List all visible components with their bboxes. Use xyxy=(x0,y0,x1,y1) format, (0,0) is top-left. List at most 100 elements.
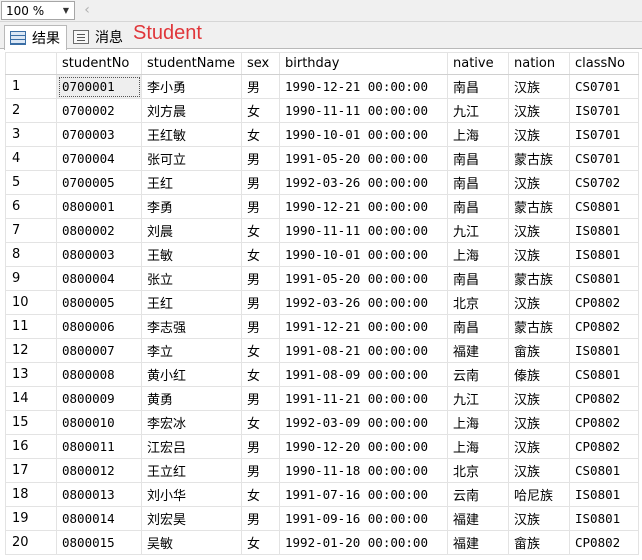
table-cell[interactable]: IS0701 xyxy=(569,122,639,147)
table-cell[interactable]: 汉族 xyxy=(508,98,570,123)
table-cell[interactable]: 1992-03-26 00:00:00 xyxy=(279,170,448,195)
table-cell[interactable]: 1992-03-26 00:00:00 xyxy=(279,290,448,315)
table-cell[interactable]: 0800008 xyxy=(56,362,142,387)
table-cell[interactable]: 女 xyxy=(241,338,280,363)
table-cell[interactable]: 李小勇 xyxy=(141,74,242,99)
table-cell[interactable]: 女 xyxy=(241,362,280,387)
zoom-select[interactable]: 100 % ▼ xyxy=(1,1,75,20)
row-number[interactable]: 18 xyxy=(5,482,57,507)
table-cell[interactable]: CS0801 xyxy=(569,194,639,219)
table-cell[interactable]: 女 xyxy=(241,242,280,267)
table-cell[interactable]: 北京 xyxy=(447,458,509,483)
table-cell[interactable]: 黄小红 xyxy=(141,362,242,387)
table-cell[interactable]: 北京 xyxy=(447,290,509,315)
column-header[interactable]: studentNo xyxy=(56,52,142,75)
table-cell[interactable]: 男 xyxy=(241,170,280,195)
table-cell[interactable]: 王敏 xyxy=(141,242,242,267)
table-row[interactable]: 17 0800012 王立红男 1990-11-18 00:00:00 北京 汉族 CS08… xyxy=(5,458,639,483)
table-cell[interactable]: 0800003 xyxy=(56,242,142,267)
table-cell[interactable]: 张可立 xyxy=(141,146,242,171)
table-cell[interactable]: 女 xyxy=(241,122,280,147)
table-cell[interactable]: 男 xyxy=(241,434,280,459)
table-cell[interactable]: 1991-05-20 00:00:00 xyxy=(279,146,448,171)
table-cell[interactable]: 汉族 xyxy=(508,434,570,459)
table-cell[interactable]: CP0802 xyxy=(569,434,639,459)
row-number[interactable]: 10 xyxy=(5,290,57,315)
table-cell[interactable]: 0800006 xyxy=(56,314,142,339)
row-number[interactable]: 3 xyxy=(5,122,57,147)
table-cell[interactable]: 畲族 xyxy=(508,338,570,363)
table-cell[interactable]: 刘小华 xyxy=(141,482,242,507)
table-cell[interactable]: CP0802 xyxy=(569,290,639,315)
table-cell[interactable]: 0700001 xyxy=(56,74,142,99)
row-number[interactable]: 17 xyxy=(5,458,57,483)
table-cell[interactable]: 南昌 xyxy=(447,266,509,291)
table-row[interactable]: 3 0700003 王红敏女 1990-10-01 00:00:00 上海 汉族 IS070… xyxy=(5,122,639,147)
table-cell[interactable]: 黄勇 xyxy=(141,386,242,411)
row-number-header[interactable] xyxy=(5,52,57,75)
table-cell[interactable]: 刘宏昊 xyxy=(141,506,242,531)
table-cell[interactable]: 九江 xyxy=(447,386,509,411)
table-cell[interactable]: 南昌 xyxy=(447,194,509,219)
table-cell[interactable]: 1992-03-09 00:00:00 xyxy=(279,410,448,435)
column-header[interactable]: native xyxy=(447,52,509,75)
table-cell[interactable]: 李志强 xyxy=(141,314,242,339)
table-cell[interactable]: 1991-08-09 00:00:00 xyxy=(279,362,448,387)
row-number[interactable]: 15 xyxy=(5,410,57,435)
table-cell[interactable]: 南昌 xyxy=(447,146,509,171)
table-row[interactable]: 18 0800013 刘小华女 1991-07-16 00:00:00 云南 哈尼族 IS0… xyxy=(5,482,639,507)
scroll-left-icon[interactable]: ‹ xyxy=(80,2,94,19)
table-row[interactable]: 15 0800010 李宏冰女 1992-03-09 00:00:00 上海 汉族 CP08… xyxy=(5,410,639,435)
table-cell[interactable]: 男 xyxy=(241,506,280,531)
table-cell[interactable]: 1990-11-18 00:00:00 xyxy=(279,458,448,483)
table-row[interactable]: 8 0800003 王敏女 1990-10-01 00:00:00 上海 汉族 IS0801 xyxy=(5,242,639,267)
column-header[interactable]: sex xyxy=(241,52,280,75)
table-cell[interactable]: 王红 xyxy=(141,290,242,315)
table-cell[interactable]: 1991-12-21 00:00:00 xyxy=(279,314,448,339)
table-cell[interactable]: 蒙古族 xyxy=(508,194,570,219)
table-cell[interactable]: 蒙古族 xyxy=(508,314,570,339)
table-row[interactable]: 6 0800001 李勇男 1990-12-21 00:00:00 南昌 蒙古族 CS080… xyxy=(5,194,639,219)
table-cell[interactable]: 1991-05-20 00:00:00 xyxy=(279,266,448,291)
table-cell[interactable]: 0700002 xyxy=(56,98,142,123)
table-row[interactable]: 10 0800005 王红男 1992-03-26 00:00:00 北京 汉族 CP080… xyxy=(5,290,639,315)
table-cell[interactable]: 女 xyxy=(241,98,280,123)
table-row[interactable]: 11 0800006 李志强男 1991-12-21 00:00:00 南昌 蒙古族 CP0… xyxy=(5,314,639,339)
table-cell[interactable]: 0800007 xyxy=(56,338,142,363)
table-row[interactable]: 13 0800008 黄小红女 1991-08-09 00:00:00 云南 傣族 CS08… xyxy=(5,362,639,387)
table-cell[interactable]: 李立 xyxy=(141,338,242,363)
row-number[interactable]: 2 xyxy=(5,98,57,123)
row-number[interactable]: 16 xyxy=(5,434,57,459)
column-header[interactable]: studentName xyxy=(141,52,242,75)
table-cell[interactable]: IS0701 xyxy=(569,98,639,123)
column-header[interactable]: nation xyxy=(508,52,570,75)
row-number[interactable]: 19 xyxy=(5,506,57,531)
table-cell[interactable]: CP0802 xyxy=(569,386,639,411)
table-row[interactable]: 19 0800014 刘宏昊男 1991-09-16 00:00:00 福建 汉族 IS08… xyxy=(5,506,639,531)
table-cell[interactable]: 0800005 xyxy=(56,290,142,315)
table-cell[interactable]: 上海 xyxy=(447,410,509,435)
table-cell[interactable]: 汉族 xyxy=(508,242,570,267)
table-cell[interactable]: 汉族 xyxy=(508,290,570,315)
table-cell[interactable]: 汉族 xyxy=(508,74,570,99)
table-cell[interactable]: 汉族 xyxy=(508,410,570,435)
table-cell[interactable]: 江宏吕 xyxy=(141,434,242,459)
table-cell[interactable]: 1990-11-11 00:00:00 xyxy=(279,98,448,123)
table-cell[interactable]: 汉族 xyxy=(508,458,570,483)
table-cell[interactable]: 0700005 xyxy=(56,170,142,195)
table-cell[interactable]: 男 xyxy=(241,146,280,171)
table-row[interactable]: 12 0800007 李立女 1991-08-21 00:00:00 福建 畲族 IS080… xyxy=(5,338,639,363)
row-number[interactable]: 9 xyxy=(5,266,57,291)
table-cell[interactable]: 女 xyxy=(241,482,280,507)
table-cell[interactable]: 女 xyxy=(241,410,280,435)
row-number[interactable]: 8 xyxy=(5,242,57,267)
table-cell[interactable]: 男 xyxy=(241,266,280,291)
table-cell[interactable]: 张立 xyxy=(141,266,242,291)
table-cell[interactable]: 0800004 xyxy=(56,266,142,291)
table-cell[interactable]: 0800011 xyxy=(56,434,142,459)
table-cell[interactable]: 1990-12-21 00:00:00 xyxy=(279,74,448,99)
table-cell[interactable]: 1991-08-21 00:00:00 xyxy=(279,338,448,363)
table-cell[interactable]: 九江 xyxy=(447,98,509,123)
tab-results[interactable]: 结果 xyxy=(4,25,67,50)
table-cell[interactable]: IS0801 xyxy=(569,218,639,243)
